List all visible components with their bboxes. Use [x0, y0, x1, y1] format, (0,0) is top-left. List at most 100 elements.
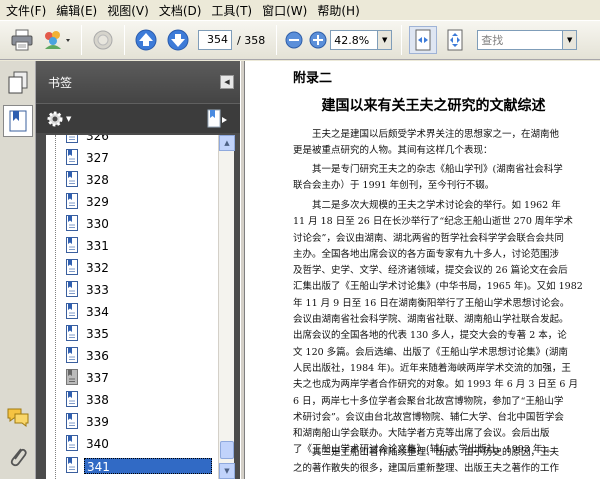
scroll-down-button[interactable]: ▼	[219, 463, 235, 479]
bookmark-page-icon	[66, 193, 78, 209]
toolbar-separator	[401, 25, 403, 55]
bookmark-item[interactable]: 334	[46, 300, 218, 322]
bookmark-item[interactable]: 338	[46, 388, 218, 410]
bookmark-page-icon	[66, 457, 78, 473]
text-line: 其二是多次大规模的王夫之学术讨论会的举行。如 1962 年	[293, 200, 561, 211]
menu-edit[interactable]: 编辑(E)	[54, 2, 105, 19]
bookmark-item[interactable]: 337	[46, 366, 218, 388]
fit-page-button[interactable]	[441, 26, 469, 54]
text-line: 文 120 多篇。会后选编、出版了《王船山学术思想讨论集》(湖南	[293, 346, 568, 358]
toolbar: 354 / 358 42.8% ▼ 查找 ▼	[0, 20, 600, 60]
new-bookmark-icon	[207, 109, 227, 128]
text-line: 年 11 月 9 日至 16 日在湖南衡阳举行了王船山学术思想讨论会。	[293, 297, 570, 309]
pages-panel-button[interactable]	[3, 67, 33, 99]
arrow-down-icon	[167, 29, 189, 51]
find-dropdown-button[interactable]: ▼	[563, 30, 578, 50]
dropdown-arrow-icon: ▼	[66, 115, 72, 123]
options-button[interactable]: ▼	[46, 109, 76, 129]
comment-disabled-icon	[93, 30, 113, 50]
text-line: 出席会议的全国各地的代表 130 多人，提交大会的专著 2 本，论	[293, 330, 567, 342]
bookmark-item[interactable]: 332	[46, 256, 218, 278]
bookmark-item[interactable]: 331	[46, 234, 218, 256]
bookmark-scrollbar[interactable]: ▲ ▼	[218, 135, 235, 479]
attachments-panel-button[interactable]	[3, 441, 33, 473]
text-line: 更是被重点研究的人物。其间有这样几个表现：	[293, 145, 493, 157]
paragraph-journal: 其一是专门研究王夫之的杂志《船山学刊》(湖南省社会科学 联合会主办）于 1991 …	[293, 162, 593, 195]
bookmark-item[interactable]: 327	[46, 146, 218, 168]
bookmark-icon	[9, 110, 27, 132]
document-view[interactable]: 附录二 建国以来有关王夫之研究的文献综述 王夫之是建国以后颇受学术界关注的思想家…	[245, 61, 600, 479]
text-line: 其三是王船山著作陆续整理、出版。由于历史的原因，王夫	[293, 447, 560, 458]
new-bookmark-button[interactable]	[206, 109, 228, 129]
collapse-pane-button[interactable]: ◀	[220, 75, 234, 89]
bookmark-label: 338	[86, 393, 109, 407]
bookmark-item[interactable]: 339	[46, 410, 218, 432]
menu-window[interactable]: 窗口(W)	[260, 2, 315, 19]
print-button[interactable]	[8, 26, 36, 54]
menu-help[interactable]: 帮助(H)	[315, 2, 367, 19]
zoom-out-button[interactable]	[284, 26, 304, 54]
text-line: 会议由湖南省社会科学院、湖南省社联、湖南船山学社联合发起。	[293, 314, 569, 326]
text-line: 及哲学、史学、文学、经济诸领域，提交会议的 26 篇论文在会后	[293, 265, 568, 277]
menu-document[interactable]: 文档(D)	[157, 2, 210, 19]
next-page-button[interactable]	[164, 26, 192, 54]
text-line: 11 月 18 日至 26 日在长沙举行了“纪念王船山逝世 270 周年学术	[293, 216, 573, 228]
pages-icon	[8, 71, 28, 94]
gear-icon	[47, 111, 63, 127]
text-line: 讨论会”，会议由湖南、湖北两省的哲学社会科学学会联合会共同	[293, 232, 564, 244]
zoom-level-input[interactable]: 42.8%	[330, 30, 379, 50]
text-line: 术研讨会”。会议由台北故宫博物院、辅仁大学、台北中国哲学会	[293, 411, 564, 423]
bookmark-label: 336	[86, 349, 109, 363]
bookmark-label: 337	[86, 371, 109, 385]
bookmark-label: 326	[86, 135, 109, 143]
zoom-in-icon	[309, 31, 327, 49]
toolbar-separator	[81, 25, 82, 55]
bookmark-label: 332	[86, 261, 109, 275]
fit-width-button[interactable]	[409, 26, 438, 54]
bookmark-item[interactable]: 330	[46, 212, 218, 234]
collaborate-button[interactable]	[40, 26, 74, 54]
menu-bar: 文件(F) 编辑(E) 视图(V) 文档(D) 工具(T) 窗口(W) 帮助(H…	[0, 0, 600, 20]
bookmark-item[interactable]: 328	[46, 168, 218, 190]
text-line: 人民出版社，1984 年)。近年来随着海峡两岸学术交流的加强，王	[293, 362, 571, 374]
find-input[interactable]: 查找	[477, 30, 564, 50]
comment-button[interactable]	[89, 26, 117, 54]
bookmarks-toolbar: ▼	[36, 103, 240, 133]
bookmark-item[interactable]: 333	[46, 278, 218, 300]
comments-panel-button[interactable]	[3, 401, 33, 433]
bookmark-page-icon	[66, 347, 78, 363]
bookmark-page-icon	[66, 237, 78, 253]
scroll-thumb[interactable]	[220, 441, 234, 459]
zoom-out-icon	[285, 31, 303, 49]
text-line: 汇集出版了《王船山学术讨论集》(中华书局，1965 年)。又如 1982	[293, 281, 583, 293]
menu-tools[interactable]: 工具(T)	[209, 2, 260, 19]
scroll-up-button[interactable]: ▲	[219, 135, 235, 151]
bookmarks-panel-button[interactable]	[3, 105, 33, 137]
zoom-dropdown-button[interactable]: ▼	[378, 30, 393, 50]
text-line: 6 日，两岸七十多位学者会聚台北故宫博物院，参加了“王船山学	[293, 395, 564, 407]
bookmark-page-icon	[66, 135, 78, 143]
previous-page-button[interactable]	[132, 26, 160, 54]
page-number-input[interactable]: 354	[198, 30, 232, 50]
bookmark-page-icon	[66, 281, 78, 297]
bookmark-label: 330	[86, 217, 109, 231]
paragraph-conferences: 其二是多次大规模的王夫之学术讨论会的举行。如 1962 年 11 月 18 日至 …	[293, 198, 593, 459]
bookmark-item[interactable]: 329	[46, 190, 218, 212]
comments-icon	[7, 408, 29, 427]
paragraph-intro: 王夫之是建国以后颇受学术界关注的思想家之一，在湖南他 更是被重点研究的人物。其间有…	[293, 127, 593, 160]
bookmark-item[interactable]: 336	[46, 344, 218, 366]
text-line: 其一是专门研究王夫之的杂志《船山学刊》(湖南省社会科学	[293, 164, 563, 175]
bookmark-list: 326 327 328 329 330 331 332 333 334 335 336 337 338 3…	[46, 135, 218, 479]
bookmark-item[interactable]: 326	[46, 135, 218, 146]
menu-view[interactable]: 视图(V)	[105, 2, 157, 19]
bookmark-item[interactable]: 335	[46, 322, 218, 344]
printer-icon	[11, 29, 33, 51]
menu-file[interactable]: 文件(F)	[4, 2, 54, 19]
bookmark-label: 328	[86, 173, 109, 187]
bookmark-page-icon	[66, 435, 78, 451]
toolbar-separator	[276, 25, 278, 55]
bookmark-item[interactable]: 340	[46, 432, 218, 454]
bookmark-label: 341	[84, 458, 212, 474]
bookmark-item[interactable]: 341	[46, 454, 218, 476]
zoom-in-button[interactable]	[308, 26, 328, 54]
